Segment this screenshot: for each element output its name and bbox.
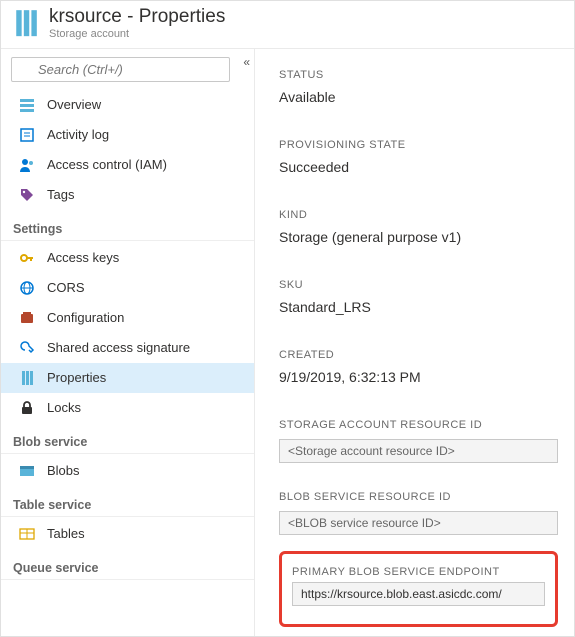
sidebar-item-label: Access keys [47,250,119,265]
sidebar-item-label: Access control (IAM) [47,157,167,172]
properties-panel: STATUS Available PROVISIONING STATE Succ… [255,49,574,636]
storage-account-icon [13,8,39,38]
config-icon [19,310,35,326]
sidebar-item-label: Overview [47,97,101,112]
sidebar: « Overview Activity log Access control (… [1,49,255,636]
sidebar-item-label: Tables [47,526,85,541]
sidebar-item-iam[interactable]: Access control (IAM) [1,150,254,180]
primary-blob-endpoint-label: PRIMARY BLOB SERVICE ENDPOINT [292,566,545,578]
blob-icon [19,463,35,479]
sidebar-item-sas[interactable]: Shared access signature [1,333,254,363]
sidebar-section-settings: Settings [1,210,254,241]
sidebar-item-tags[interactable]: Tags [1,180,254,210]
blob-resource-id-input[interactable] [279,511,558,535]
created-value: 9/19/2019, 6:32:13 PM [279,369,558,385]
sidebar-item-blobs[interactable]: Blobs [1,456,254,486]
iam-icon [19,157,35,173]
sidebar-item-overview[interactable]: Overview [1,90,254,120]
provisioning-state-label: PROVISIONING STATE [279,139,558,151]
resource-id-input[interactable] [279,439,558,463]
activity-log-icon [19,127,35,143]
sidebar-item-label: Activity log [47,127,109,142]
sidebar-item-properties[interactable]: Properties [1,363,254,393]
sidebar-item-label: Blobs [47,463,80,478]
sidebar-item-activity-log[interactable]: Activity log [1,120,254,150]
resource-id-label: STORAGE ACCOUNT RESOURCE ID [279,419,558,431]
sidebar-section-queue: Queue service [1,549,254,580]
blade-header: krsource - Properties Storage account [1,1,574,49]
sidebar-item-locks[interactable]: Locks [1,393,254,423]
sidebar-item-cors[interactable]: CORS [1,273,254,303]
lock-icon [19,400,35,416]
tags-icon [19,187,35,203]
sidebar-item-label: Configuration [47,310,124,325]
page-subtitle: Storage account [49,28,225,40]
page-title: krsource - Properties [49,7,225,28]
cors-icon [19,280,35,296]
blob-resource-id-label: BLOB SERVICE RESOURCE ID [279,491,558,503]
sas-icon [19,340,35,356]
sidebar-item-label: Properties [47,370,106,385]
sidebar-section-table: Table service [1,486,254,517]
status-value: Available [279,89,558,105]
provisioning-state-value: Succeeded [279,159,558,175]
sidebar-item-label: Tags [47,187,74,202]
primary-blob-endpoint-input[interactable] [292,582,545,606]
status-label: STATUS [279,69,558,81]
kind-label: KIND [279,209,558,221]
table-icon [19,526,35,542]
sku-label: SKU [279,279,558,291]
primary-endpoint-highlight: PRIMARY BLOB SERVICE ENDPOINT [279,551,558,627]
kind-value: Storage (general purpose v1) [279,229,558,245]
sidebar-item-label: Locks [47,400,81,415]
sku-value: Standard_LRS [279,299,558,315]
sidebar-item-configuration[interactable]: Configuration [1,303,254,333]
key-icon [19,250,35,266]
sidebar-item-label: CORS [47,280,85,295]
properties-icon [19,370,35,386]
search-input[interactable] [11,57,230,82]
sidebar-item-access-keys[interactable]: Access keys [1,243,254,273]
created-label: CREATED [279,349,558,361]
sidebar-item-label: Shared access signature [47,340,190,355]
search-wrap [1,49,254,90]
overview-icon [19,97,35,113]
sidebar-item-tables[interactable]: Tables [1,519,254,549]
sidebar-section-blob: Blob service [1,423,254,454]
